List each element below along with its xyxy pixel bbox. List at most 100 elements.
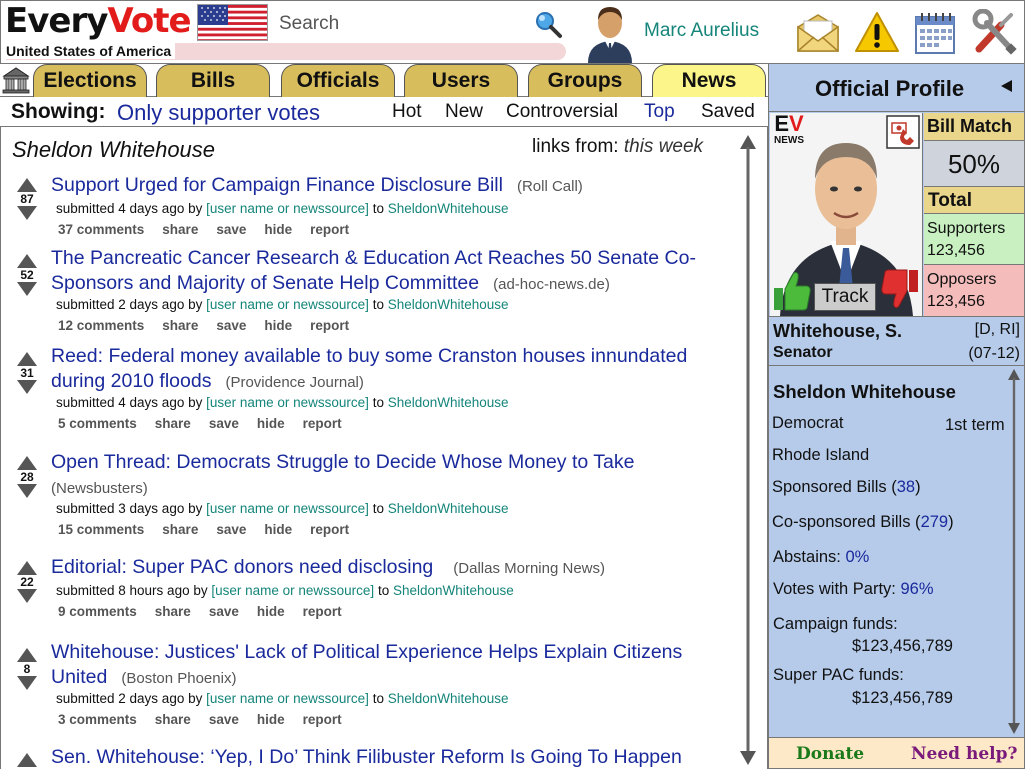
- downvote-icon[interactable]: [17, 484, 37, 498]
- sponsored-bills-link[interactable]: Sponsored Bills (38): [772, 478, 921, 497]
- story-user-link[interactable]: [user name or newssource]: [206, 501, 369, 516]
- collapse-arrow-icon[interactable]: [1001, 80, 1012, 92]
- hide-link[interactable]: hide: [264, 522, 292, 537]
- donate-link[interactable]: Donate: [796, 744, 864, 764]
- story-title-link[interactable]: Sen. Whitehouse: ‘Yep, I Do’ Think Filib…: [51, 745, 726, 769]
- report-link[interactable]: report: [310, 522, 349, 537]
- username-link[interactable]: Marc Aurelius: [644, 20, 759, 42]
- settings-icon[interactable]: [971, 8, 1019, 57]
- sort-controversial[interactable]: Controversial: [506, 101, 618, 123]
- ev-news-badge[interactable]: EV NEWS: [771, 113, 807, 148]
- opposers-stat[interactable]: Opposers 123,456: [924, 265, 1024, 316]
- tab-users[interactable]: Users: [404, 64, 518, 97]
- share-link[interactable]: share: [162, 318, 198, 333]
- downvote-icon[interactable]: [17, 589, 37, 603]
- save-link[interactable]: save: [209, 416, 239, 431]
- everyvote-logo[interactable]: Every Vote: [5, 1, 192, 45]
- report-link[interactable]: report: [310, 318, 349, 333]
- story-user-link[interactable]: [user name or newssource]: [211, 583, 374, 598]
- downvote-icon[interactable]: [17, 206, 37, 220]
- sort-top[interactable]: Top: [644, 101, 675, 123]
- share-link[interactable]: share: [162, 222, 198, 237]
- sort-hot[interactable]: Hot: [392, 101, 422, 123]
- share-link[interactable]: share: [155, 416, 191, 431]
- story-target-link[interactable]: SheldonWhitehouse: [388, 201, 509, 216]
- profile-scrollbar[interactable]: [1007, 369, 1021, 734]
- tab-elections[interactable]: Elections: [33, 64, 147, 97]
- share-link[interactable]: share: [162, 522, 198, 537]
- hide-link[interactable]: hide: [264, 318, 292, 333]
- story-title-link[interactable]: Reed: Federal money available to buy som…: [51, 344, 726, 395]
- comments-link[interactable]: 5 comments: [58, 416, 137, 431]
- sort-new[interactable]: New: [445, 101, 483, 123]
- story-title-link[interactable]: Whitehouse: Justices' Lack of Political …: [51, 640, 726, 691]
- story-target-link[interactable]: SheldonWhitehouse: [388, 395, 509, 410]
- story-title-link[interactable]: Open Thread: Democrats Struggle to Decid…: [51, 450, 726, 501]
- save-link[interactable]: save: [209, 712, 239, 727]
- capitol-icon[interactable]: [1, 65, 31, 95]
- comments-link[interactable]: 9 comments: [58, 604, 137, 619]
- save-link[interactable]: save: [209, 604, 239, 619]
- tab-bills[interactable]: Bills: [156, 64, 270, 97]
- report-link[interactable]: report: [303, 416, 342, 431]
- tab-news[interactable]: News: [652, 64, 766, 97]
- upvote-icon[interactable]: [17, 753, 37, 767]
- track-button[interactable]: Track: [814, 283, 876, 311]
- mail-icon[interactable]: [794, 9, 842, 57]
- supporters-stat[interactable]: Supporters 123,456: [924, 214, 1024, 265]
- country-selector[interactable]: United States of America: [6, 43, 566, 60]
- upvote-icon[interactable]: [17, 352, 37, 366]
- sort-saved[interactable]: Saved: [701, 101, 755, 123]
- report-link[interactable]: report: [303, 712, 342, 727]
- search-icon[interactable]: [532, 9, 564, 41]
- tab-groups[interactable]: Groups: [528, 64, 642, 97]
- thumbs-up-icon[interactable]: [772, 268, 812, 312]
- links-from-period[interactable]: this week: [624, 136, 703, 157]
- showing-filter-dropdown[interactable]: Only supporter votes: [117, 100, 320, 126]
- hide-link[interactable]: hide: [257, 712, 285, 727]
- search-input[interactable]: [279, 9, 539, 39]
- story-user-link[interactable]: [user name or newssource]: [206, 691, 369, 706]
- story-user-link[interactable]: [user name or newssource]: [206, 395, 369, 410]
- story-target-link[interactable]: SheldonWhitehouse: [388, 691, 509, 706]
- upvote-icon[interactable]: [17, 456, 37, 470]
- downvote-icon[interactable]: [17, 676, 37, 690]
- story-title-link[interactable]: Editorial: Super PAC donors need disclos…: [51, 555, 726, 581]
- upvote-icon[interactable]: [17, 178, 37, 192]
- contact-icon[interactable]: [886, 115, 920, 149]
- save-link[interactable]: save: [216, 522, 246, 537]
- downvote-icon[interactable]: [17, 282, 37, 296]
- tab-officials[interactable]: Officials: [281, 64, 395, 97]
- thumbs-down-icon[interactable]: [880, 268, 920, 312]
- comments-link[interactable]: 3 comments: [58, 712, 137, 727]
- cosponsored-bills-link[interactable]: Co-sponsored Bills (279): [772, 513, 954, 532]
- flag-icon[interactable]: [197, 4, 268, 41]
- share-link[interactable]: share: [155, 604, 191, 619]
- upvote-icon[interactable]: [17, 254, 37, 268]
- story-user-link[interactable]: [user name or newssource]: [206, 297, 369, 312]
- story-target-link[interactable]: SheldonWhitehouse: [388, 297, 509, 312]
- comments-link[interactable]: 37 comments: [58, 222, 144, 237]
- story-title-link[interactable]: Support Urged for Campaign Finance Discl…: [51, 173, 726, 199]
- comments-link[interactable]: 12 comments: [58, 318, 144, 333]
- save-link[interactable]: save: [216, 318, 246, 333]
- calendar-icon[interactable]: [911, 9, 959, 57]
- story-title-link[interactable]: The Pancreatic Cancer Research & Educati…: [51, 246, 726, 297]
- help-link[interactable]: Need help?: [911, 744, 1017, 764]
- hide-link[interactable]: hide: [257, 416, 285, 431]
- comments-link[interactable]: 15 comments: [58, 522, 144, 537]
- downvote-icon[interactable]: [17, 380, 37, 394]
- story-user-link[interactable]: [user name or newssource]: [206, 201, 369, 216]
- story-target-link[interactable]: SheldonWhitehouse: [388, 501, 509, 516]
- upvote-icon[interactable]: [17, 648, 37, 662]
- share-link[interactable]: share: [155, 712, 191, 727]
- report-link[interactable]: report: [303, 604, 342, 619]
- upvote-icon[interactable]: [17, 561, 37, 575]
- avatar-icon[interactable]: [585, 3, 635, 63]
- hide-link[interactable]: hide: [264, 222, 292, 237]
- save-link[interactable]: save: [216, 222, 246, 237]
- report-link[interactable]: report: [310, 222, 349, 237]
- hide-link[interactable]: hide: [257, 604, 285, 619]
- feed-scrollbar[interactable]: [739, 135, 757, 765]
- alert-icon[interactable]: [853, 9, 901, 57]
